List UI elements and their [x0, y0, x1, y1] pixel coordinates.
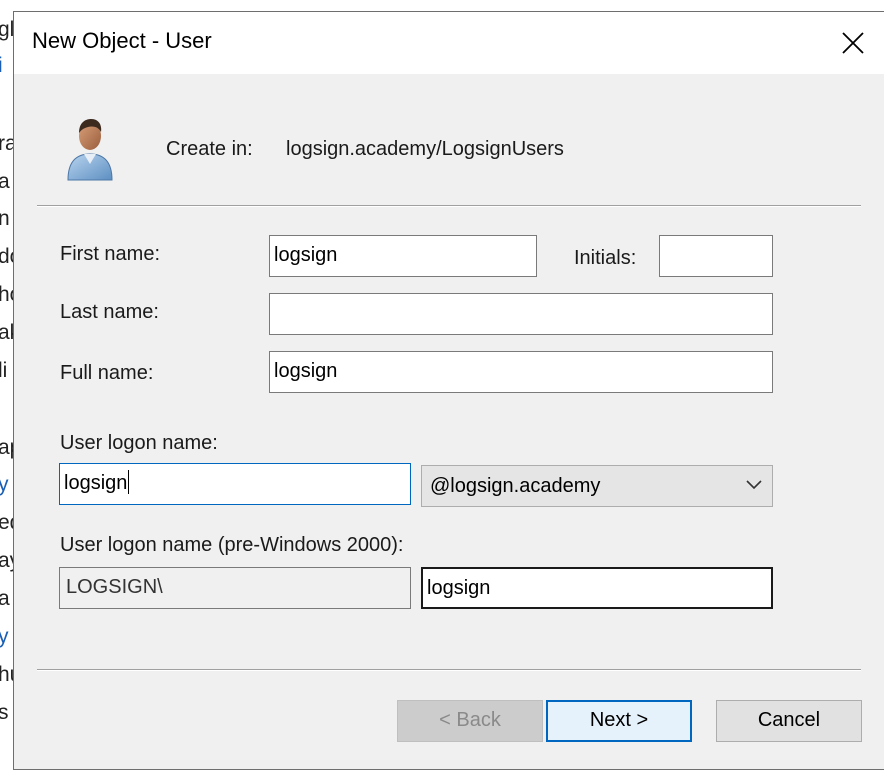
background-text: y — [0, 625, 9, 648]
background-text: n — [0, 207, 10, 230]
separator — [37, 205, 861, 207]
pre2000-logon-label: User logon name (pre-Windows 2000): — [60, 534, 404, 556]
full-name-label: Full name: — [60, 362, 154, 384]
background-text: a — [0, 587, 10, 610]
pre2000-logon-input[interactable]: logsign — [421, 567, 773, 609]
cancel-button[interactable]: Cancel — [716, 700, 862, 742]
separator — [37, 669, 861, 671]
close-button[interactable] — [830, 20, 876, 66]
user-logon-name-input[interactable]: logsign — [59, 463, 411, 505]
domain-suffix-dropdown[interactable]: @logsign.academy — [421, 465, 773, 507]
initials-input[interactable] — [659, 235, 773, 277]
user-logon-name-label: User logon name: — [60, 432, 218, 454]
new-object-user-dialog: New Object - User Create in: logsign.aca… — [13, 11, 884, 770]
title-bar[interactable]: New Object - User — [14, 12, 884, 74]
background-text: s — [0, 701, 9, 724]
background-text: ay — [0, 549, 14, 572]
last-name-label: Last name: — [60, 301, 159, 323]
close-icon — [842, 32, 864, 54]
chevron-down-icon — [746, 480, 762, 490]
background-text: ra — [0, 132, 14, 155]
initials-label: Initials: — [574, 247, 637, 269]
create-in-path: logsign.academy/LogsignUsers — [286, 138, 564, 160]
background-text: ak — [0, 321, 14, 344]
background-text: li — [0, 359, 8, 382]
background-text: hu — [0, 663, 14, 686]
background-text: i — [0, 54, 3, 77]
last-name-input[interactable] — [269, 293, 773, 335]
create-in-label: Create in: — [166, 138, 253, 160]
background-text: ap — [0, 436, 14, 459]
background-text: a — [0, 170, 10, 193]
background-window: gl i ra a n do ho ak li ap y ed ay a y h… — [0, 0, 14, 776]
first-name-label: First name: — [60, 243, 161, 265]
full-name-input[interactable]: logsign — [269, 351, 773, 393]
background-text: ho — [0, 283, 14, 306]
domain-suffix-selected: @logsign.academy — [430, 475, 601, 497]
dialog-title: New Object - User — [32, 28, 212, 53]
background-text: gl — [0, 18, 14, 41]
user-icon — [64, 116, 116, 187]
first-name-input[interactable]: logsign — [269, 235, 537, 277]
background-text: y — [0, 473, 9, 496]
back-button[interactable]: < Back — [397, 700, 543, 742]
text-caret — [128, 469, 130, 494]
pre2000-domain-field: LOGSIGN\ — [59, 567, 411, 609]
user-logon-name-value: logsign — [64, 472, 128, 494]
background-text: do — [0, 245, 14, 268]
background-text: ed — [0, 511, 14, 534]
next-button[interactable]: Next > — [546, 700, 692, 742]
